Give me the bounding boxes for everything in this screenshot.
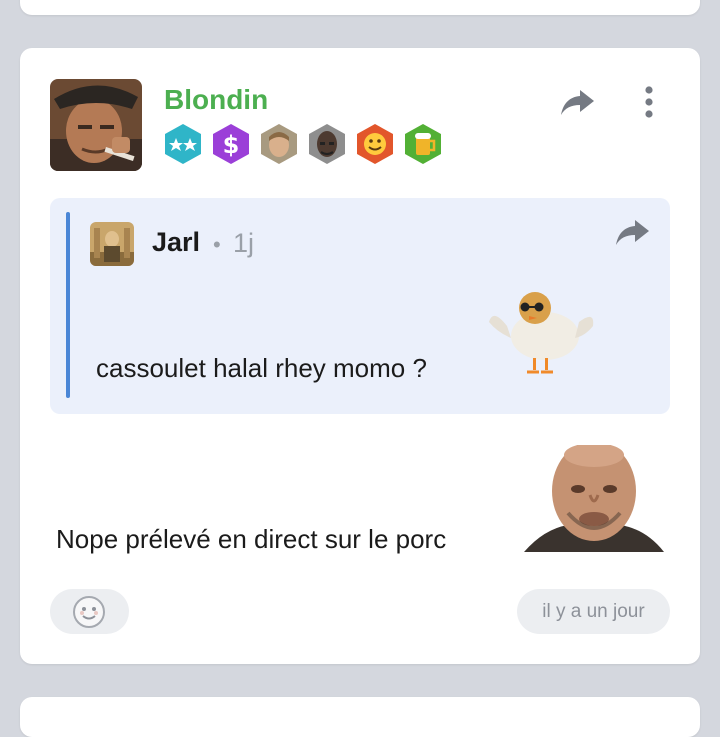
next-post-card	[20, 697, 700, 737]
author-name[interactable]: Blondin	[164, 84, 268, 116]
chicken-sticker-icon	[487, 288, 597, 378]
quote-author-name[interactable]: Jarl	[152, 227, 200, 258]
portrait-badge-icon[interactable]	[259, 123, 299, 165]
quoted-message[interactable]: Jarl • 1j cassoulet halal rhey momo ?	[50, 198, 670, 414]
quote-separator: •	[213, 232, 221, 257]
smiley-face-icon	[72, 595, 106, 629]
bald-man-badge-icon[interactable]	[307, 123, 347, 165]
post-timestamp: il y a un jour	[517, 589, 670, 634]
dollar-badge-icon[interactable]: $	[211, 123, 251, 165]
quote-time: 1j	[233, 228, 255, 258]
add-reaction-button[interactable]	[50, 589, 129, 634]
more-options-icon[interactable]	[636, 84, 662, 120]
man-face-sticker-icon	[524, 441, 664, 552]
quote-text: cassoulet halal rhey momo ?	[96, 353, 427, 383]
previous-post-card	[20, 0, 700, 15]
svg-text:$: $	[223, 131, 240, 159]
beer-badge-icon[interactable]	[403, 123, 443, 165]
two-stars-badge-icon[interactable]	[163, 123, 203, 165]
post-card: Blondin $ Jarl • 1j cassoulet halal rhey…	[20, 48, 700, 664]
quote-bar	[66, 212, 70, 398]
quote-share-icon[interactable]	[613, 216, 653, 248]
quote-author-avatar[interactable]	[90, 222, 134, 266]
share-icon[interactable]	[558, 86, 598, 118]
smiley-badge-icon[interactable]	[355, 123, 395, 165]
author-avatar[interactable]	[50, 79, 142, 171]
reply-text: Nope prélevé en direct sur le porc	[56, 524, 447, 554]
